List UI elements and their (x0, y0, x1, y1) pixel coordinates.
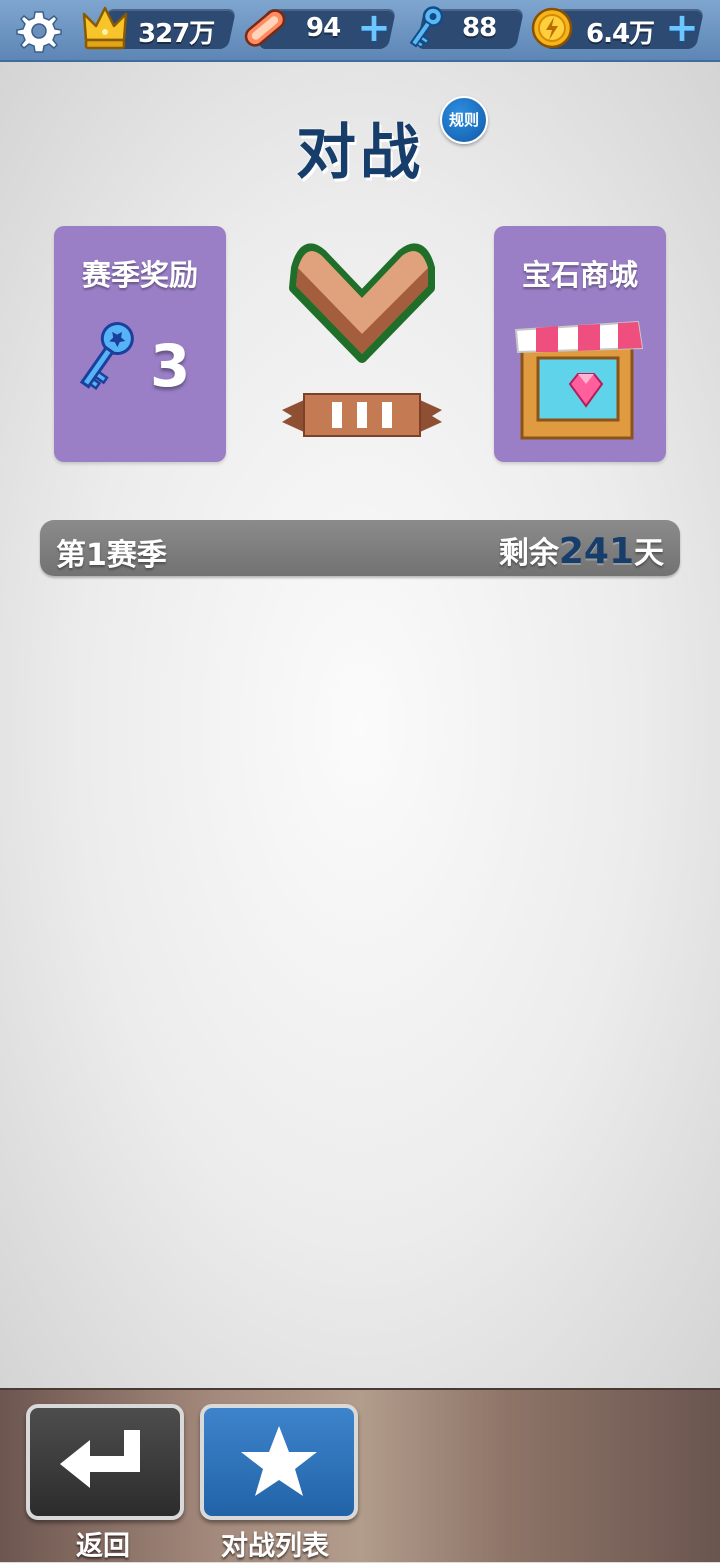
currency-bar: 327万 94 + 88 6.4万 + (0, 0, 720, 62)
battle-list-label: 对战列表 (221, 1531, 329, 1562)
back-button[interactable] (26, 1404, 184, 1520)
hoverboard-icon (244, 9, 286, 47)
back-label: 返回 (76, 1531, 130, 1562)
coin-icon (531, 7, 573, 49)
key-icon (409, 6, 444, 49)
key-icon (79, 322, 134, 390)
battle-main-area: 对战 规则 赛季奖励 3 宝石商城 第1赛季 剩余241天 (0, 62, 720, 1388)
season-remaining: 剩余241天 (499, 528, 664, 572)
season-reward-card[interactable]: 赛季奖励 3 (54, 226, 226, 462)
gem-shop-stand-icon (514, 320, 644, 440)
season-info-bar: 第1赛季 剩余241天 (40, 520, 680, 576)
gem-shop-card[interactable]: 宝石商城 (494, 226, 666, 462)
season-name: 第1赛季 (56, 538, 167, 573)
hoverboards-value: 94 (306, 13, 341, 43)
season-reward-key-count: 3 (150, 332, 191, 400)
add-hoverboards-button[interactable]: + (356, 8, 392, 48)
battle-list-button[interactable] (200, 1404, 358, 1520)
season-remaining-prefix: 剩余 (498, 536, 559, 571)
return-arrow-icon (60, 1430, 140, 1488)
star-icon (241, 1426, 317, 1496)
keys-value: 88 (462, 13, 497, 43)
season-remaining-days: 241 (558, 531, 634, 572)
coins-value: 6.4万 (586, 19, 655, 49)
gear-icon[interactable] (14, 6, 64, 56)
crowns-value: 327万 (138, 19, 215, 49)
gem-shop-title: 宝石商城 (521, 258, 638, 292)
crown-icon (82, 6, 128, 50)
season-reward-title: 赛季奖励 (81, 258, 198, 292)
rules-button[interactable]: 规则 (440, 96, 488, 144)
season-remaining-suffix: 天 (634, 536, 664, 571)
bottom-bar: 返回 对战列表 (0, 1388, 720, 1562)
add-coins-button[interactable]: + (664, 8, 700, 48)
bronze-rank-emblem-icon (282, 243, 442, 437)
page-title: 对战 (296, 118, 424, 188)
